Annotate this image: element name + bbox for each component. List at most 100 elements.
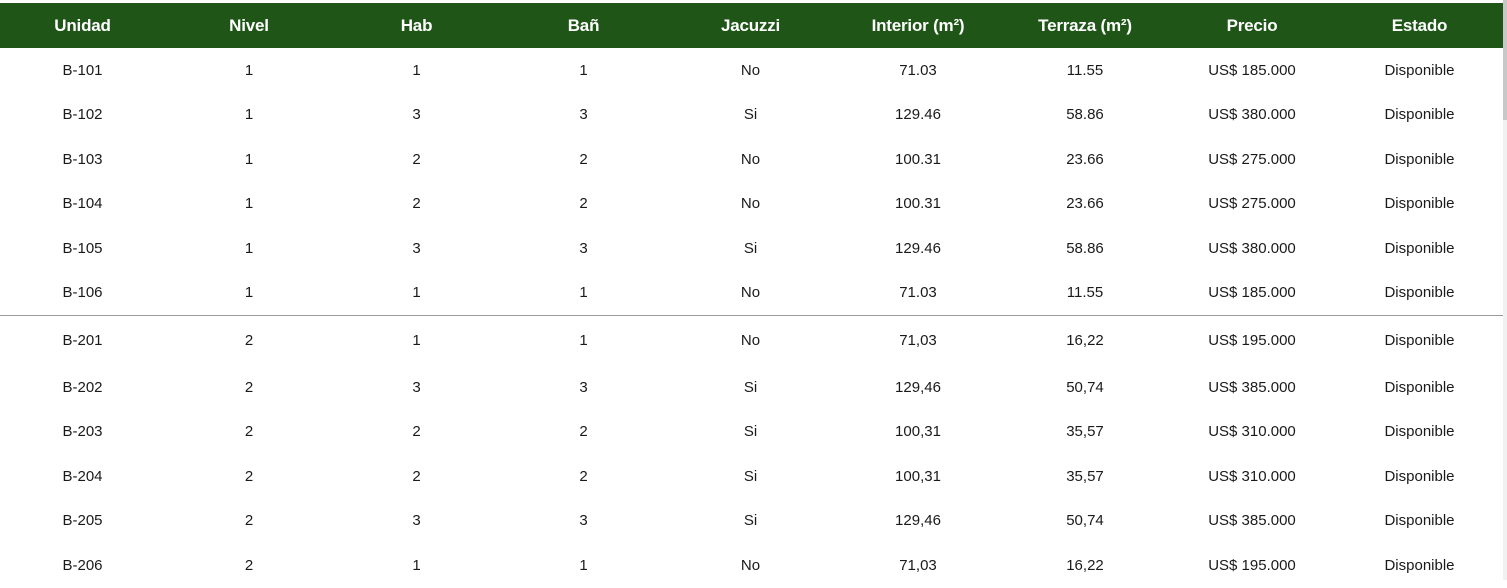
column-header-terraza[interactable]: Terraza (m²) bbox=[1002, 16, 1168, 36]
column-header-interior[interactable]: Interior (m²) bbox=[834, 16, 1002, 36]
cell-unidad: B-201 bbox=[62, 332, 103, 349]
cell-precio: US$ 385.000 bbox=[1208, 378, 1296, 396]
cell-jacuzzi: No bbox=[740, 284, 761, 302]
column-header-nivel[interactable]: Nivel bbox=[165, 16, 333, 36]
cell-unidad: B-106 bbox=[62, 284, 103, 302]
cell-nivel: 2 bbox=[244, 378, 254, 396]
cell-estado: Disponible bbox=[1384, 512, 1455, 530]
cell-unidad: B-105 bbox=[62, 239, 103, 257]
cell-estado: Disponible bbox=[1384, 61, 1455, 79]
cell-terraza: 50,74 bbox=[1066, 512, 1104, 530]
cell-ban: 3 bbox=[579, 106, 588, 124]
cell-estado: Disponible bbox=[1384, 150, 1455, 168]
cell-unidad: B-101 bbox=[62, 61, 103, 79]
cell-ban: 1 bbox=[579, 556, 588, 574]
cell-jacuzzi: No bbox=[740, 195, 761, 213]
cell-unidad: B-203 bbox=[62, 423, 103, 441]
table-row[interactable]: B-205 2 3 3 Si 129,46 50,74 US$ 385.000 Disponib… bbox=[0, 499, 1503, 544]
table-row[interactable]: B-101 1 1 1 No 71.03 11.55 US$ 185.000 Disponibl… bbox=[0, 48, 1503, 93]
cell-nivel: 1 bbox=[244, 239, 254, 257]
scrollbar-thumb[interactable] bbox=[1503, 0, 1507, 120]
cell-estado: Disponible bbox=[1384, 284, 1455, 302]
table-row[interactable]: B-106 1 1 1 No 71.03 11.55 US$ 185.000 Disponibl… bbox=[0, 271, 1503, 316]
table-row[interactable]: B-201 2 1 1 No 71,03 16,22 US$ 195.000 Disponibl… bbox=[0, 315, 1503, 365]
cell-nivel: 1 bbox=[244, 195, 254, 213]
cell-unidad: B-205 bbox=[62, 512, 103, 530]
cell-jacuzzi: Si bbox=[743, 423, 758, 441]
cell-jacuzzi: No bbox=[740, 332, 761, 349]
cell-precio: US$ 195.000 bbox=[1208, 332, 1296, 349]
cell-ban: 1 bbox=[579, 61, 588, 79]
cell-nivel: 1 bbox=[244, 61, 254, 79]
cell-precio: US$ 310.000 bbox=[1208, 467, 1296, 485]
cell-hab: 3 bbox=[412, 378, 421, 396]
cell-interior: 100.31 bbox=[895, 195, 941, 213]
cell-hab: 1 bbox=[412, 332, 421, 349]
cell-interior: 100.31 bbox=[895, 150, 941, 168]
cell-hab: 1 bbox=[412, 556, 421, 574]
cell-unidad: B-204 bbox=[62, 467, 103, 485]
cell-estado: Disponible bbox=[1384, 195, 1455, 213]
column-header-hab[interactable]: Hab bbox=[333, 16, 500, 36]
cell-hab: 3 bbox=[412, 106, 421, 124]
cell-interior: 129.46 bbox=[895, 239, 941, 257]
cell-jacuzzi: No bbox=[740, 150, 761, 168]
cell-interior: 100,31 bbox=[895, 423, 941, 441]
table-row[interactable]: B-102 1 3 3 Si 129.46 58.86 US$ 380.000 Disponib… bbox=[0, 93, 1503, 138]
cell-jacuzzi: Si bbox=[743, 239, 758, 257]
cell-terraza: 58.86 bbox=[1066, 106, 1104, 124]
table-row[interactable]: B-105 1 3 3 Si 129.46 58.86 US$ 380.000 Disponib… bbox=[0, 226, 1503, 271]
cell-terraza: 23.66 bbox=[1066, 195, 1104, 213]
table-row[interactable]: B-206 2 1 1 No 71,03 16,22 US$ 195.000 Disponibl… bbox=[0, 543, 1503, 588]
cell-hab: 3 bbox=[412, 239, 421, 257]
cell-nivel: 2 bbox=[244, 423, 254, 441]
cell-nivel: 2 bbox=[244, 332, 254, 349]
cell-precio: US$ 380.000 bbox=[1208, 106, 1296, 124]
column-header-unidad[interactable]: Unidad bbox=[0, 16, 165, 36]
table-row[interactable]: B-103 1 2 2 No 100.31 23.66 US$ 275.000 Disponib… bbox=[0, 137, 1503, 182]
vertical-scrollbar[interactable] bbox=[1503, 0, 1507, 580]
cell-precio: US$ 275.000 bbox=[1208, 195, 1296, 213]
table-body: B-101 1 1 1 No 71.03 11.55 US$ 185.000 Disponibl… bbox=[0, 48, 1503, 588]
table-row[interactable]: B-104 1 2 2 No 100.31 23.66 US$ 275.000 Disponib… bbox=[0, 182, 1503, 227]
column-header-jacuzzi[interactable]: Jacuzzi bbox=[667, 16, 834, 36]
cell-nivel: 1 bbox=[244, 150, 254, 168]
cell-interior: 129,46 bbox=[895, 512, 941, 530]
column-header-estado[interactable]: Estado bbox=[1336, 16, 1503, 36]
cell-ban: 2 bbox=[579, 150, 588, 168]
cell-unidad: B-104 bbox=[62, 195, 103, 213]
cell-terraza: 16,22 bbox=[1066, 332, 1104, 349]
cell-unidad: B-206 bbox=[62, 556, 103, 574]
cell-estado: Disponible bbox=[1384, 106, 1455, 124]
cell-hab: 1 bbox=[412, 61, 421, 79]
cell-precio: US$ 185.000 bbox=[1208, 284, 1296, 302]
table-row[interactable]: B-204 2 2 2 Si 100,31 35,57 US$ 310.000 Disponib… bbox=[0, 454, 1503, 499]
cell-terraza: 35,57 bbox=[1066, 423, 1104, 441]
cell-interior: 71,03 bbox=[899, 332, 937, 349]
cell-nivel: 1 bbox=[244, 106, 254, 124]
column-header-precio[interactable]: Precio bbox=[1168, 16, 1336, 36]
cell-precio: US$ 310.000 bbox=[1208, 423, 1296, 441]
cell-jacuzzi: Si bbox=[743, 106, 758, 124]
column-header-ban[interactable]: Bañ bbox=[500, 16, 667, 36]
cell-hab: 1 bbox=[412, 284, 421, 302]
cell-estado: Disponible bbox=[1384, 378, 1455, 396]
cell-precio: US$ 380.000 bbox=[1208, 239, 1296, 257]
cell-hab: 3 bbox=[412, 512, 421, 530]
cell-terraza: 11.55 bbox=[1066, 284, 1104, 302]
cell-hab: 2 bbox=[412, 195, 421, 213]
cell-estado: Disponible bbox=[1384, 556, 1455, 574]
cell-jacuzzi: Si bbox=[743, 378, 758, 396]
cell-unidad: B-103 bbox=[62, 150, 103, 168]
cell-precio: US$ 185.000 bbox=[1208, 61, 1296, 79]
table-header: Unidad Nivel Hab Bañ Jacuzzi Interior (m… bbox=[0, 3, 1503, 48]
table-row[interactable]: B-203 2 2 2 Si 100,31 35,57 US$ 310.000 Disponib… bbox=[0, 410, 1503, 455]
table-row[interactable]: B-202 2 3 3 Si 129,46 50,74 US$ 385.000 Disponib… bbox=[0, 365, 1503, 410]
cell-jacuzzi: Si bbox=[743, 512, 758, 530]
cell-jacuzzi: No bbox=[740, 556, 761, 574]
cell-terraza: 16,22 bbox=[1066, 556, 1104, 574]
cell-unidad: B-102 bbox=[62, 106, 103, 124]
cell-precio: US$ 275.000 bbox=[1208, 150, 1296, 168]
cell-estado: Disponible bbox=[1384, 423, 1455, 441]
cell-nivel: 2 bbox=[244, 556, 254, 574]
